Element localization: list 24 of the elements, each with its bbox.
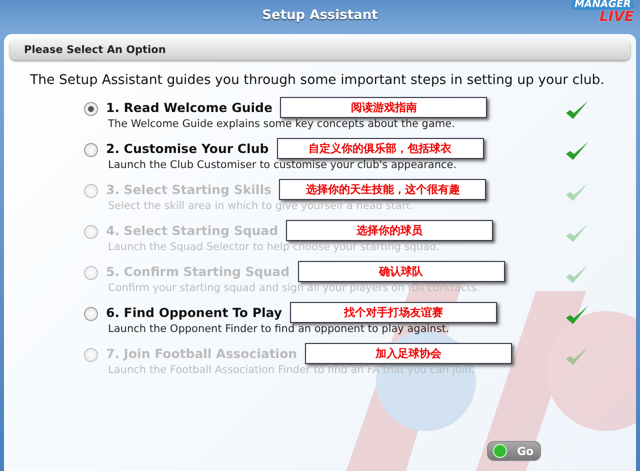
option-description: Launch the Squad Selector to help choose your starting squad. (108, 241, 440, 253)
annotation-label: 选择你的天生技能，这个很有趣 (279, 178, 486, 200)
intro-text: The Setup Assistant guides you through some important steps in setting up your club. (30, 73, 606, 88)
annotation-label: 加入足球协会 (305, 342, 512, 364)
option-description: Select the skill area in which to give yourself a head start. (108, 200, 415, 212)
annotation-label: 确认球队 (298, 260, 505, 282)
option-title[interactable]: 6. Find Opponent To Play (106, 304, 282, 320)
radio-button[interactable] (84, 307, 98, 321)
option-description: Launch the Football Association Finder to find an FA that you can join. (108, 364, 476, 376)
section-header: Please Select An Option (10, 40, 630, 60)
option-description: Launch the Club Customiser to customise your club's appearance. (108, 159, 458, 171)
option-description: Launch the Opponent Finder to find an opponent to play against. (108, 323, 450, 335)
radio-button[interactable] (84, 102, 98, 116)
option-description: Confirm your starting squad and sign all your players on full contracts. (108, 282, 481, 294)
annotation-label: 自定义你的俱乐部，包括球衣 (276, 138, 484, 158)
radio-button[interactable] (84, 143, 98, 157)
option-title[interactable]: 1. Read Welcome Guide (106, 100, 272, 114)
go-button[interactable]: Go (487, 441, 541, 461)
annotation-label: 选择你的球员 (286, 220, 494, 240)
window-title: Setup Assistant (262, 8, 378, 22)
option-description: The Welcome Guide explains some key concepts about the game. (108, 118, 456, 130)
annotation-label: 阅读游戏指南 (280, 96, 488, 118)
option-title[interactable]: 2. Customise Your Club (106, 140, 269, 156)
annotation-label: 找个对手打场友谊赛 (290, 302, 497, 322)
